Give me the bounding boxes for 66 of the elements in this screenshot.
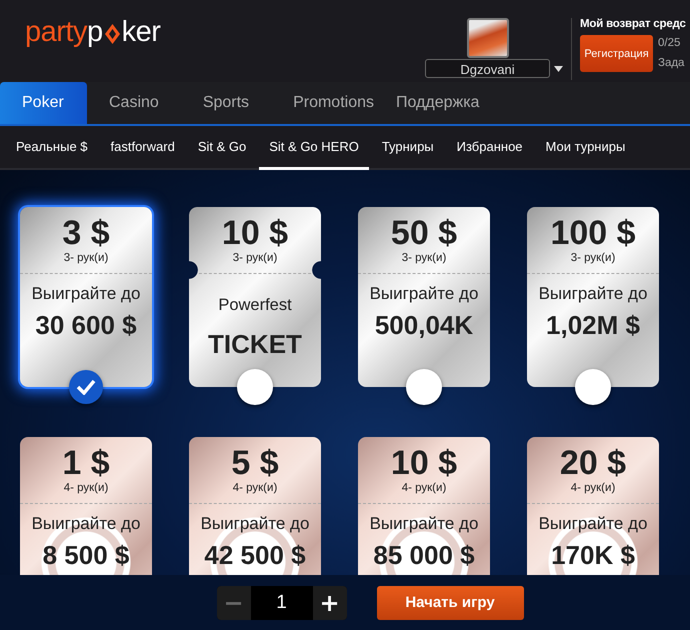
buy-in-text: 10 $ (390, 443, 458, 481)
hands-text: 4- рук(и) (570, 481, 616, 495)
subnav-tab[interactable]: Реальные $ (6, 126, 98, 170)
hands-text: 3- рук(и) (400, 251, 448, 265)
subnav-tab[interactable]: Sit & Go (188, 126, 256, 170)
subnav-tab[interactable]: Мои турниры (536, 126, 636, 170)
nav-tab[interactable]: Poker (0, 82, 87, 124)
prize-label: Выиграйте до (538, 514, 648, 534)
prize-card[interactable]: 10 $ 4- рук(и) Выиграйте до 85 000 $ (358, 437, 490, 575)
caret-icon[interactable] (554, 66, 563, 72)
username-field: Dgzovani (425, 59, 550, 78)
prize-label: Выиграйте до (538, 284, 648, 304)
subnav-tab[interactable]: Турниры (372, 126, 444, 170)
prize-card[interactable]: 3 $ 3- рук(и) Выиграйте до 30 600 $ (20, 207, 152, 387)
prize-amount: 1,02M $ (545, 310, 641, 341)
radio-button[interactable] (69, 370, 103, 404)
subnav-tab[interactable]: fastforward (100, 126, 185, 170)
ticket-card[interactable]: 10 $ 3- рук(и) Powerfest TICKET (189, 207, 321, 387)
prize-label: Выиграйте до (200, 514, 310, 534)
prize-label: Выиграйте до (30, 284, 142, 304)
prize-amount: 8 500 $ (42, 540, 130, 571)
nav-tab[interactable]: Поддержка (396, 82, 480, 124)
radio-button[interactable] (237, 369, 273, 405)
register-button[interactable]: Регистрация (580, 35, 653, 72)
check-icon (76, 379, 96, 395)
hands-text: 4- рук(и) (62, 481, 110, 495)
nav-tab[interactable]: Casino (87, 82, 181, 124)
buy-in-text: 50 $ (390, 213, 458, 251)
radio-button[interactable] (406, 369, 442, 405)
progress-text: 0/25 (658, 37, 682, 49)
prize-card[interactable]: 5 $ 4- рук(и) Выиграйте до 42 500 $ (189, 437, 321, 575)
ticket-text: TICKET (207, 329, 303, 360)
prize-label: Выиграйте до (30, 514, 142, 534)
hands-text: 3- рук(и) (62, 251, 110, 265)
radio-button[interactable] (575, 369, 611, 405)
buy-in-text: 10 $ (220, 213, 290, 251)
promo-title: Мой возврат средс (580, 18, 687, 30)
prize-amount: 170K $ (550, 540, 636, 571)
logo: partyp ker (25, 18, 160, 47)
nav-tab[interactable]: Sports (180, 82, 272, 124)
buy-in-text: 3 $ (61, 213, 111, 251)
prize-card[interactable]: 50 $ 3- рук(и) Выиграйте до 500,04K (358, 207, 490, 387)
task-text: Зада (658, 57, 684, 69)
prize-card[interactable]: 20 $ 4- рук(и) Выиграйте до 170K $ (527, 437, 659, 575)
hands-text: 4- рук(и) (400, 481, 448, 495)
nav-tab[interactable]: Promotions (271, 82, 396, 124)
ticket-name: Powerfest (217, 296, 293, 315)
hands-text: 3- рук(и) (570, 251, 616, 265)
start-game-button[interactable]: Начать игру (376, 586, 524, 620)
prize-card[interactable]: 1 $ 4- рук(и) Выиграйте до 8 500 $ (20, 437, 152, 575)
buy-in-text: 1 $ (61, 443, 111, 481)
buy-in-text: 20 $ (558, 443, 628, 481)
buy-in-text: 5 $ (230, 443, 280, 481)
prize-label: Выиграйте до (368, 284, 480, 304)
avatar-photo-placeholder[interactable] (466, 18, 508, 58)
prize-amount: 85 000 $ (372, 540, 476, 571)
buy-in-text: 100 $ (549, 213, 637, 251)
plus-button[interactable]: + (312, 586, 346, 620)
prize-amount: 30 600 $ (34, 310, 138, 341)
prize-amount: 42 500 $ (203, 540, 307, 571)
hands-text: 3- рук(и) (232, 251, 278, 265)
prize-card[interactable]: 100 $ 3- рук(и) Выиграйте до 1,02M $ (527, 207, 659, 387)
subnav-tab[interactable]: Избранное (446, 126, 533, 170)
prize-amount: 500,04K (374, 310, 474, 341)
prize-label: Выиграйте до (368, 514, 480, 534)
hands-text: 4- рук(и) (232, 481, 278, 495)
